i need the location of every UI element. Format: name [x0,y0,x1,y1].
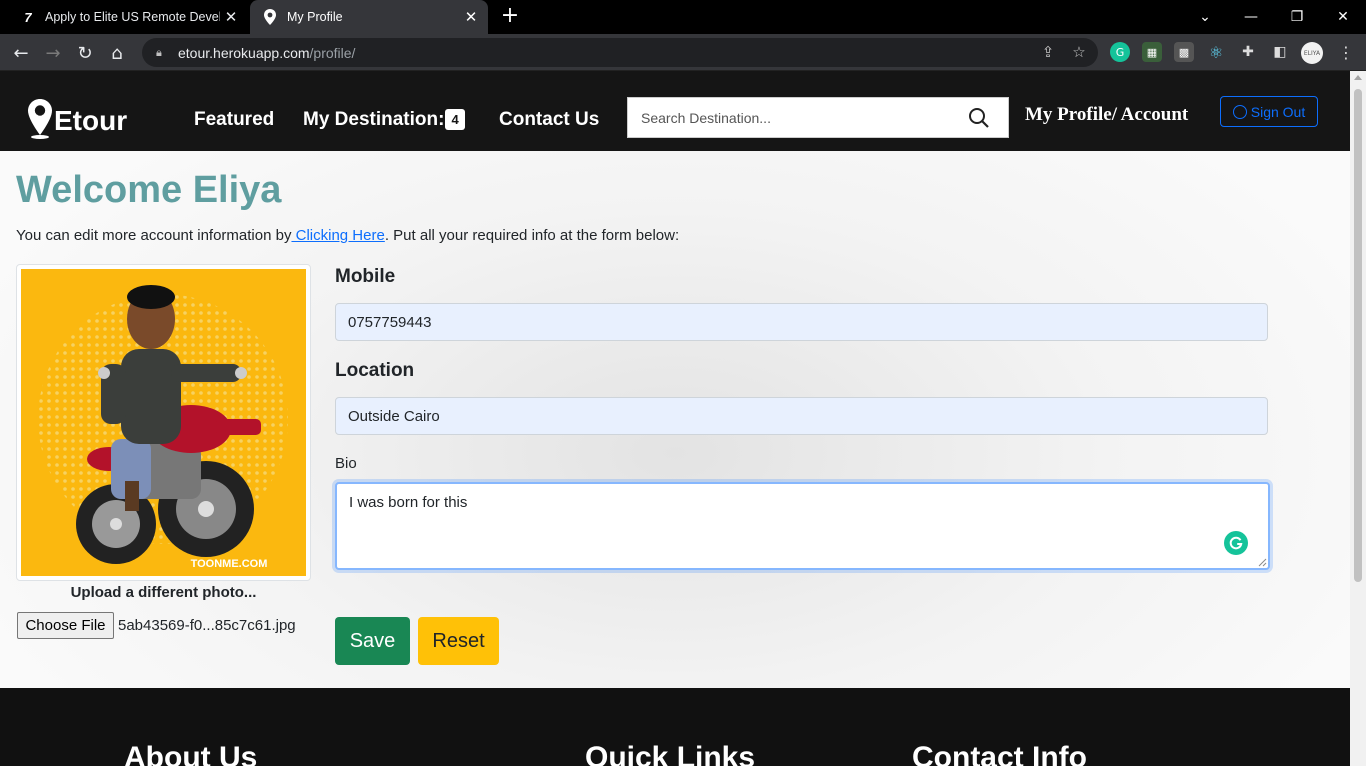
footer-contact-heading: Contact Info [912,741,1087,766]
scrollbar-thumb[interactable] [1354,89,1362,582]
nav-contact-us[interactable]: Contact Us [499,109,599,131]
site-header: Etour Featured My Destination: 4 Contact … [0,71,1350,151]
choose-file-button[interactable]: Choose File [17,612,114,639]
restore-button[interactable]: ❐ [1274,0,1320,34]
browser-tab-active[interactable]: My Profile ✕ [250,0,488,34]
new-tab-button[interactable]: + [498,5,522,29]
close-tab-icon[interactable]: ✕ [460,8,482,26]
mobile-label: Mobile [335,266,396,287]
photo-watermark: TOONME.COM [191,558,268,570]
location-label: Location [335,360,415,381]
reset-button[interactable]: Reset [418,617,499,665]
nav-my-destination-label: My Destination: [303,109,445,130]
brand-name: Etour [54,105,128,136]
upload-photo-label: Upload a different photo... [70,584,257,601]
page-scrollbar[interactable] [1350,71,1366,766]
cartoon-avatar-image: TOONME.COM [21,269,306,576]
search-input[interactable] [641,109,961,126]
profile-photo: TOONME.COM [21,269,306,576]
home-icon[interactable]: ⌂ [104,40,130,66]
page-title: Welcome Eliya [16,169,282,211]
tab-title: Apply to Elite US Remote Develop [45,10,220,24]
qr-extension-icon[interactable]: ▩ [1174,42,1194,62]
profile-photo-frame: TOONME.COM [16,264,311,581]
close-window-button[interactable]: ✕ [1320,0,1366,34]
save-button[interactable]: Save [335,617,410,665]
resize-handle-icon[interactable] [1258,558,1267,567]
search-bar [627,97,1009,138]
address-bar[interactable]: 🔒︎ etour.herokuapp.com/profile/ ⇪ ☆ [142,38,1098,67]
footer-quick-links-heading: Quick Links [585,741,756,766]
etour-pin-icon [262,9,278,25]
location-pin-icon [28,99,52,139]
browser-tab[interactable]: 7 Apply to Elite US Remote Develop ✕ [8,0,248,34]
scroll-up-icon[interactable] [1354,75,1362,80]
intro-text: You can edit more account information by… [16,227,680,244]
reload-icon[interactable]: ↻ [72,40,98,66]
nav-featured[interactable]: Featured [194,109,274,131]
sign-out-label: Sign Out [1250,103,1306,120]
minimize-button[interactable]: — [1228,0,1274,34]
location-field[interactable] [335,397,1268,435]
search-icon[interactable] [968,107,990,129]
footer-about-heading: About Us [124,741,258,766]
grammarly-icon[interactable] [1224,531,1248,555]
sign-out-button[interactable]: Sign Out [1220,96,1318,127]
grammarly-extension-icon[interactable]: G [1110,42,1130,62]
react-devtools-icon[interactable]: ⚛ [1206,42,1226,62]
forward-icon[interactable]: → [40,40,66,66]
bio-textarea[interactable]: I was born for this [335,482,1270,570]
mobile-field[interactable] [335,303,1268,341]
extensions-puzzle-icon[interactable]: ✚ [1238,42,1258,62]
turing-icon: 7 [24,9,32,25]
url-text: etour.herokuapp.com/profile/ [178,44,356,61]
tab-title: My Profile [287,10,343,24]
side-panel-icon[interactable]: ◧ [1270,42,1290,62]
back-icon[interactable]: ← [8,40,34,66]
close-tab-icon[interactable]: ✕ [220,8,242,26]
browser-tab-bar: 7 Apply to Elite US Remote Develop ✕ My … [0,0,1366,34]
bookmark-star-icon[interactable]: ☆ [1069,43,1089,63]
user-circle-icon [1232,104,1247,119]
extension-icon[interactable]: ▦ [1142,42,1162,62]
destination-count-badge: 4 [445,109,465,130]
browser-menu-icon[interactable]: ⋮ [1336,42,1356,62]
profile-avatar[interactable]: ELIYA [1301,42,1323,64]
page-content: Etour Featured My Destination: 4 Contact … [0,71,1350,766]
nav-my-profile[interactable]: My Profile/ Account [1025,104,1188,126]
lock-icon: 🔒︎ [156,45,162,59]
selected-file-name: 5ab43569-f0...85c7c61.jpg [118,617,296,634]
share-icon[interactable]: ⇪ [1038,43,1058,63]
edit-account-link[interactable]: Clicking Here [291,227,385,244]
tab-search-icon[interactable]: ⌄ [1182,0,1228,34]
site-logo[interactable]: Etour [26,97,127,139]
nav-my-destination[interactable]: My Destination: 4 [303,109,465,131]
bio-label: Bio [335,455,357,472]
